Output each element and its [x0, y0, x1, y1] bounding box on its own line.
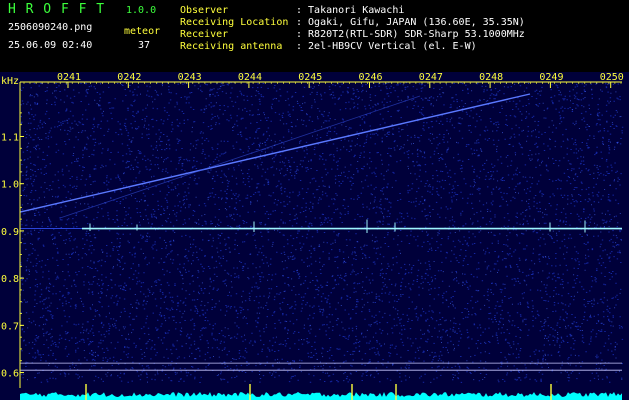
- x-tick-label: 0250: [600, 72, 624, 83]
- x-tick-label: 0247: [419, 72, 443, 83]
- app-name: H R O F F T: [8, 2, 106, 17]
- info-location-label: Receiving Location: [180, 17, 289, 28]
- filename-label: 2506090240.png: [8, 22, 93, 33]
- y-tick-label: 1.0: [1, 180, 19, 191]
- info-location-value: : Ogaki, Gifu, JAPAN (136.60E, 35.35N): [296, 17, 525, 28]
- y-tick-label: 0.6: [1, 369, 19, 380]
- app-version: 1.0.0: [126, 5, 157, 16]
- x-tick-label: 0246: [359, 72, 383, 83]
- x-tick-label: 0249: [539, 72, 563, 83]
- info-antenna-value: : 2el-HB9CV Vertical (el. E-W): [296, 41, 477, 52]
- x-tick-label: 0242: [117, 72, 141, 83]
- info-observer-value: : Takanori Kawachi: [296, 5, 405, 16]
- y-tick-label: 0.9: [1, 227, 19, 238]
- y-tick-label: 0.8: [1, 274, 19, 285]
- y-tick-label: 1.1: [1, 132, 19, 143]
- info-observer-label: Observer: [180, 5, 229, 16]
- datetime-label: 25.06.09 02:40: [8, 40, 93, 51]
- x-tick-label: 0245: [298, 72, 322, 83]
- x-tick-label: 0241: [57, 72, 81, 83]
- x-tick-label: 0244: [238, 72, 262, 83]
- y-unit-label: kHz: [1, 76, 19, 87]
- spectrogram-chart: 1.1 1.0 0.9 0.8 0.7 0.6 0241 0242 0243 0244 0245 02…: [0, 72, 629, 400]
- info-antenna-label: Receiving antenna: [180, 41, 283, 52]
- x-tick-label: 0248: [479, 72, 503, 83]
- meteor-count-label: meteor: [124, 26, 161, 37]
- x-tick-label: 0243: [178, 72, 202, 83]
- info-receiver-label: Receiver: [180, 29, 229, 40]
- info-receiver-value: : R820T2(RTL-SDR) SDR-Sharp 53.1000MHz: [296, 29, 525, 40]
- meteor-count-value: 37: [138, 40, 151, 51]
- y-tick-label: 0.7: [1, 321, 19, 332]
- header-panel: H R O F F T 1.0.0 2506090240.png 25.06.0…: [0, 0, 629, 72]
